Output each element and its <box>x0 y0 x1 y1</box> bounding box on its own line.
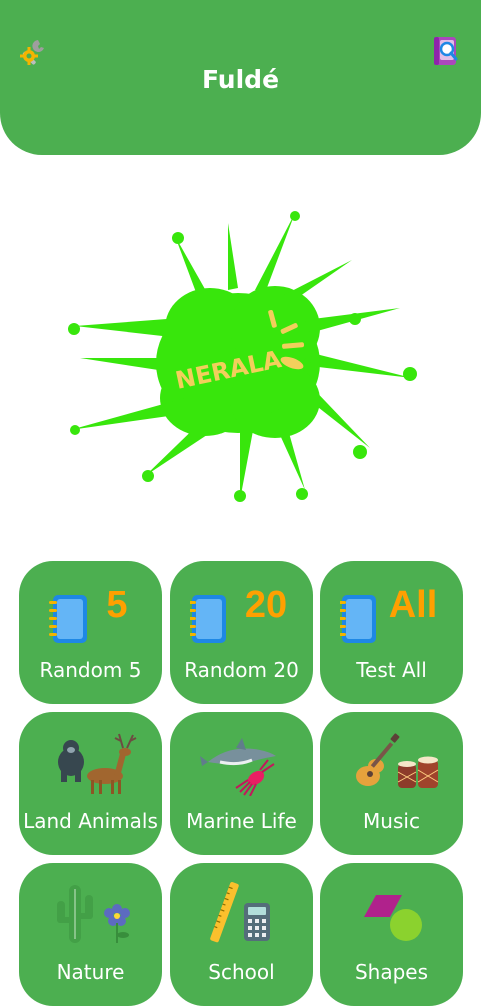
notebook-icon: 5 <box>49 584 128 643</box>
tile-test-all[interactable]: All Test All <box>320 561 463 704</box>
tile-label: Shapes <box>354 960 429 984</box>
tile-school[interactable]: School <box>170 863 313 1006</box>
tile-shapes[interactable]: Shapes <box>320 863 463 1006</box>
tile-label: Random 20 <box>184 658 299 682</box>
tile-label: Random 5 <box>39 658 142 682</box>
tile-badge: 20 <box>245 584 287 626</box>
tile-random-5[interactable]: 5 Random 5 <box>19 561 162 704</box>
app-title: Fuldé <box>201 65 280 94</box>
tile-label: Nature <box>56 960 125 984</box>
tile-music[interactable]: Music <box>320 712 463 855</box>
search-button[interactable] <box>428 32 464 68</box>
cactus-flower-icon <box>57 885 130 943</box>
tile-label: Music <box>363 809 420 833</box>
book-search-icon <box>434 37 458 65</box>
tile-label: Test All <box>356 658 427 682</box>
tile-marine-life[interactable]: Marine Life <box>170 712 313 855</box>
tile-badge: All <box>389 584 438 626</box>
notebook-icon: All <box>340 584 438 643</box>
gorilla-deer-icon <box>58 733 137 794</box>
tile-label: Land Animals <box>23 809 158 833</box>
tile-random-20[interactable]: 20 Random 20 <box>170 561 313 704</box>
notebook-icon: 20 <box>190 584 287 643</box>
parallelogram-circle-icon <box>364 895 422 941</box>
app-header: Fuldé <box>0 0 481 155</box>
nerala-logo: NERALA <box>60 208 420 508</box>
tile-label: Marine Life <box>186 809 297 833</box>
tile-nature[interactable]: Nature <box>19 863 162 1006</box>
ruler-calculator-icon <box>210 882 270 943</box>
tile-badge: 5 <box>106 584 127 626</box>
dolphin-squid-icon <box>200 738 276 796</box>
tile-label: School <box>208 960 275 984</box>
guitar-drums-icon <box>356 733 439 788</box>
tile-land-animals[interactable]: Land Animals <box>19 712 162 855</box>
